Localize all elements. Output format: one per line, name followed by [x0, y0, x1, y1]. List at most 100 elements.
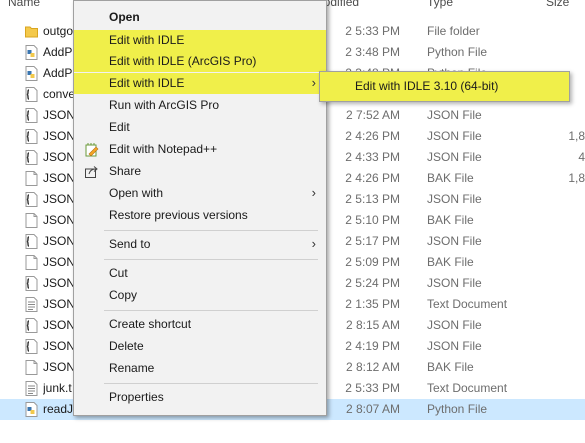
json-file-icon: [25, 150, 38, 165]
json-file-icon: [25, 318, 38, 333]
file-date-text: 2 1:35 PM: [345, 297, 400, 311]
menu-label-edit-idle: Edit with IDLE: [109, 33, 185, 47]
menu-label-cut: Cut: [109, 266, 128, 280]
menu-label-edit-idle-arcgis: Edit with IDLE (ArcGIS Pro): [109, 54, 257, 68]
python-file-icon: [25, 45, 38, 60]
file-type: BAK File: [427, 171, 474, 185]
json-file-icon: [25, 108, 38, 123]
file-type: Text Document: [427, 381, 508, 395]
file-size: 4: [578, 150, 585, 164]
menu-label-open-with: Open with: [109, 186, 164, 200]
menu-item-edit-idle-submenu[interactable]: Edit with IDLE ›: [74, 73, 326, 94]
menu-label-run-arcgis: Run with ArcGIS Pro: [109, 98, 220, 112]
menu-label-properties: Properties: [109, 390, 164, 404]
menu-separator: [104, 259, 318, 260]
menu-item-send-to[interactable]: Send to ›: [74, 234, 326, 255]
menu-item-edit[interactable]: Edit: [74, 117, 326, 138]
file-type: JSON File: [427, 192, 482, 206]
file-date-text: 2 4:26 PM: [345, 129, 400, 143]
menu-label-send-to: Send to: [109, 237, 151, 251]
file-date-text: 2 8:15 AM: [345, 318, 400, 332]
menu-separator: [104, 230, 318, 231]
file-type: BAK File: [427, 213, 474, 227]
menu-label-open: Open: [109, 10, 140, 24]
menu-item-properties[interactable]: Properties: [74, 387, 326, 408]
file-size: 1,8: [568, 129, 585, 143]
json-file-icon: [25, 87, 38, 102]
context-menu: Open Edit with IDLE Edit with IDLE (ArcG…: [73, 0, 327, 416]
file-type: Python File: [427, 402, 488, 416]
file-type: JSON File: [427, 276, 482, 290]
file-type: JSON File: [427, 234, 482, 248]
chevron-right-icon: ›: [311, 185, 316, 200]
file-date-text: 2 4:19 PM: [345, 339, 400, 353]
file-type: JSON File: [427, 318, 482, 332]
chevron-right-icon: ›: [311, 75, 316, 90]
menu-item-cut[interactable]: Cut: [74, 263, 326, 284]
menu-separator: [104, 310, 318, 311]
submenu-label-idle-310: Edit with IDLE 3.10 (64-bit): [355, 79, 499, 93]
file-type: JSON File: [427, 150, 482, 164]
menu-item-open[interactable]: Open: [74, 7, 326, 28]
python-file-icon: [25, 402, 38, 417]
menu-separator: [104, 383, 318, 384]
json-file-icon: [25, 339, 38, 354]
menu-item-rename[interactable]: Rename: [74, 358, 326, 379]
submenu-item-idle-310[interactable]: Edit with IDLE 3.10 (64-bit): [320, 72, 569, 101]
menu-label-delete: Delete: [109, 339, 144, 353]
json-file-icon: [25, 192, 38, 207]
file-date-text: 2 5:33 PM: [345, 24, 400, 38]
python-file-icon: [25, 66, 38, 81]
column-header-name[interactable]: Name: [8, 0, 40, 9]
column-header-type[interactable]: Type: [427, 0, 453, 9]
file-date-text: 2 8:12 AM: [345, 360, 400, 374]
file-date-text: 2 8:07 AM: [345, 402, 400, 416]
file-type: Python File: [427, 45, 488, 59]
chevron-right-icon: ›: [311, 236, 316, 251]
file-type: JSON File: [427, 129, 482, 143]
menu-label-edit-idle-submenu: Edit with IDLE: [109, 76, 185, 90]
file-date-text: 2 5:13 PM: [345, 192, 400, 206]
menu-label-edit: Edit: [109, 120, 130, 134]
file-date-text: 2 3:48 PM: [345, 45, 400, 59]
menu-item-share[interactable]: Share: [74, 161, 326, 182]
menu-item-run-arcgis[interactable]: Run with ArcGIS Pro: [74, 95, 326, 116]
menu-item-edit-idle[interactable]: Edit with IDLE: [74, 30, 326, 51]
json-file-icon: [25, 234, 38, 249]
file-date-text: 2 4:26 PM: [345, 171, 400, 185]
idle-submenu: Edit with IDLE 3.10 (64-bit): [319, 71, 570, 102]
column-header-size[interactable]: Size: [546, 0, 569, 9]
menu-label-restore: Restore previous versions: [109, 208, 248, 222]
share-icon: [85, 166, 98, 178]
text-file-icon: [25, 297, 38, 312]
menu-label-edit-notepad: Edit with Notepad++: [109, 142, 218, 156]
file-date-text: 2 5:10 PM: [345, 213, 400, 227]
menu-label-rename: Rename: [109, 361, 155, 375]
file-date-text: 2 4:33 PM: [345, 150, 400, 164]
file-date-text: 2 5:24 PM: [345, 276, 400, 290]
menu-item-edit-idle-arcgis[interactable]: Edit with IDLE (ArcGIS Pro): [74, 51, 326, 72]
file-type: JSON File: [427, 108, 482, 122]
menu-item-delete[interactable]: Delete: [74, 336, 326, 357]
file-date-text: 2 5:17 PM: [345, 234, 400, 248]
menu-item-edit-notepad[interactable]: Edit with Notepad++: [74, 139, 326, 160]
blank-file-icon: [25, 171, 38, 186]
json-file-icon: [25, 129, 38, 144]
file-date-text: 2 5:33 PM: [345, 381, 400, 395]
file-type: Text Document: [427, 297, 508, 311]
file-type: File folder: [427, 24, 480, 38]
menu-item-copy[interactable]: Copy: [74, 285, 326, 306]
blank-file-icon: [25, 360, 38, 375]
menu-label-share: Share: [109, 164, 142, 178]
menu-item-open-with[interactable]: Open with ›: [74, 183, 326, 204]
notepad-plus-plus-icon: [85, 143, 99, 157]
menu-label-create-shortcut: Create shortcut: [109, 317, 192, 331]
file-date-text: 2 7:52 AM: [345, 108, 400, 122]
blank-file-icon: [25, 213, 38, 228]
folder-icon: [25, 24, 38, 39]
file-size: 1,8: [568, 171, 585, 185]
menu-item-create-shortcut[interactable]: Create shortcut: [74, 314, 326, 335]
menu-item-restore[interactable]: Restore previous versions: [74, 205, 326, 226]
file-date-text: 2 5:09 PM: [345, 255, 400, 269]
file-type: JSON File: [427, 339, 482, 353]
